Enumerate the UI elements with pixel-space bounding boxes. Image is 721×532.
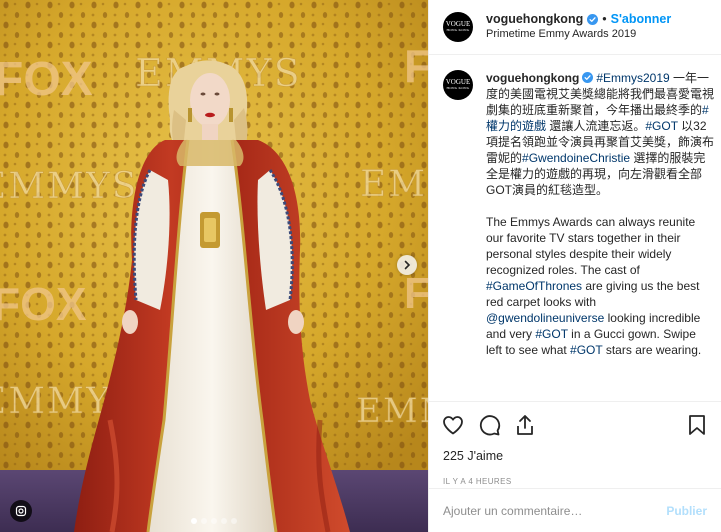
post-side-panel: VOGUE HONG KONG voguehongkong • S'abonne…: [428, 0, 721, 532]
post-header: VOGUE HONG KONG voguehongkong • S'abonne…: [429, 0, 721, 55]
instagram-glyph-icon: [15, 505, 27, 517]
svg-text:FOX: FOX: [0, 53, 93, 106]
header-text: voguehongkong • S'abonner Primetime Emmy…: [486, 12, 671, 42]
post-timestamp[interactable]: IL Y A 4 HEURES: [441, 477, 709, 486]
avatar-logo-subtext: HONG KONG: [446, 86, 470, 91]
verified-badge-icon: [587, 14, 599, 26]
caption-area[interactable]: VOGUE HONG KONG voguehongkong #Emmys2019 …: [443, 70, 715, 400]
publish-comment-button[interactable]: Publier: [666, 504, 707, 518]
username-link[interactable]: voguehongkong: [486, 12, 583, 28]
carousel-dot: [221, 518, 227, 524]
carousel-dot: [201, 518, 207, 524]
caption-zh: voguehongkong #Emmys2019 一年一度的美國電視艾美獎總能將我…: [486, 70, 715, 198]
avatar-logo-text: VOGUE: [445, 78, 471, 87]
hashtag-link[interactable]: #Emmys2019: [596, 71, 669, 85]
instagram-post-modal: FOX FOX F F EMMYS EMMYS EM EMMYS EMM: [0, 0, 721, 532]
location-link[interactable]: Primetime Emmy Awards 2019: [486, 28, 671, 42]
hashtag-link[interactable]: #GOT: [570, 343, 602, 357]
post-photo[interactable]: FOX FOX F F EMMYS EMMYS EM EMMYS EMM: [0, 0, 428, 532]
avatar-logo-text: VOGUE: [445, 20, 471, 29]
caption-segment: The Emmys Awards can always reunite our …: [486, 215, 696, 277]
comment-icon[interactable]: [477, 413, 501, 437]
share-icon[interactable]: [513, 413, 537, 437]
carousel-dot: [231, 518, 237, 524]
next-slide-button[interactable]: [397, 255, 417, 275]
svg-text:F: F: [404, 269, 428, 318]
caption-segment: stars are wearing.: [602, 343, 702, 357]
mention-link[interactable]: @gwendolineuniverse: [486, 311, 604, 325]
hashtag-link[interactable]: #GameOfThrones: [486, 279, 582, 293]
caption-text: voguehongkong #Emmys2019 一年一度的美國電視艾美獎總能將我…: [486, 70, 715, 358]
verified-badge-icon: [582, 72, 594, 83]
caption-en: The Emmys Awards can always reunite our …: [486, 214, 715, 358]
hashtag-link[interactable]: #GOT: [645, 119, 677, 133]
caption-avatar[interactable]: VOGUE HONG KONG: [443, 70, 473, 100]
header-separator: •: [602, 11, 607, 26]
svg-text:FOX: FOX: [0, 278, 87, 330]
comment-input[interactable]: [443, 503, 659, 518]
carousel-dot: [191, 518, 197, 524]
hashtag-link[interactable]: #GwendoineChristie: [522, 151, 630, 165]
header-top-row: voguehongkong • S'abonner: [486, 12, 671, 28]
caption-segment: 還讓人流連忘返。: [546, 119, 646, 133]
likes-count[interactable]: 225 J'aime: [441, 449, 709, 463]
svg-text:F: F: [404, 40, 428, 92]
svg-text:EMM: EMM: [356, 391, 428, 431]
carousel-dot: [211, 518, 217, 524]
caption-username[interactable]: voguehongkong: [486, 71, 579, 85]
heart-icon[interactable]: [441, 413, 465, 437]
caption-row: VOGUE HONG KONG voguehongkong #Emmys2019 …: [443, 70, 715, 358]
avatar-logo-subtext: HONG KONG: [446, 28, 470, 33]
follow-button[interactable]: S'abonner: [611, 12, 672, 28]
post-actions: 225 J'aime IL Y A 4 HEURES: [429, 401, 721, 486]
comment-bar: Publier: [429, 488, 721, 532]
avatar[interactable]: VOGUE HONG KONG: [443, 12, 473, 42]
red-carpet-photo: FOX FOX F F EMMYS EMMYS EM EMMYS EMM: [0, 0, 428, 532]
svg-text:EMMYS: EMMYS: [0, 166, 138, 207]
hashtag-link[interactable]: #GOT: [535, 327, 567, 341]
action-icon-row: [441, 410, 709, 440]
carousel-dots: [0, 518, 428, 524]
svg-text:EM: EM: [360, 164, 427, 205]
bookmark-icon[interactable]: [685, 413, 709, 437]
chevron-right-icon: [404, 260, 411, 270]
